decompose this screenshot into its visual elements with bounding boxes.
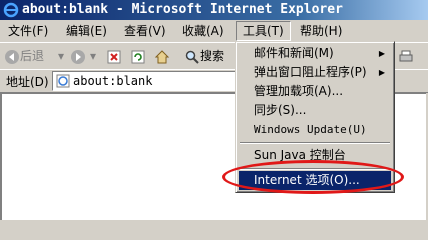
menu-item-label: 弹出窗口阻止程序(P) xyxy=(254,65,367,79)
search-label: 搜索 xyxy=(200,49,225,63)
print-button[interactable] xyxy=(398,47,414,65)
search-icon xyxy=(185,50,199,64)
forward-button[interactable] xyxy=(70,47,86,65)
menu-bar: 文件(F) 编辑(E) 查看(V) 收藏(A) 工具(T) 帮助(H) xyxy=(0,20,428,42)
menu-item-label: 邮件和新闻(M) xyxy=(254,46,334,60)
printer-icon xyxy=(399,50,413,61)
refresh-button[interactable] xyxy=(130,47,146,65)
menu-item-manage-addons[interactable]: 管理加载项(A)... xyxy=(239,82,391,101)
back-dropdown-arrow-icon[interactable]: ▾ xyxy=(58,47,64,65)
menu-edit[interactable]: 编辑(E) xyxy=(60,22,113,40)
internet-explorer-icon xyxy=(3,2,19,18)
stop-button[interactable] xyxy=(106,47,122,65)
menu-separator xyxy=(240,142,390,144)
menu-item-synchronize[interactable]: 同步(S)... xyxy=(239,101,391,120)
home-button[interactable] xyxy=(154,47,170,65)
menu-item-windows-update[interactable]: Windows Update(U) xyxy=(239,120,391,139)
stop-icon xyxy=(107,50,121,63)
home-icon xyxy=(154,49,170,63)
menu-favorites[interactable]: 收藏(A) xyxy=(176,22,230,40)
menu-file[interactable]: 文件(F) xyxy=(2,22,54,40)
menu-item-label: Windows Update(U) xyxy=(254,123,367,136)
submenu-arrow-icon: ▶ xyxy=(378,68,385,77)
back-button[interactable]: 后退 xyxy=(4,47,44,65)
menu-help[interactable]: 帮助(H) xyxy=(294,22,348,40)
annotation-highlight-circle xyxy=(222,160,404,194)
menu-tools[interactable]: 工具(T) xyxy=(236,21,291,41)
menu-item-popup-blocker[interactable]: 弹出窗口阻止程序(P) ▶ xyxy=(239,63,391,82)
back-label: 后退 xyxy=(20,49,45,63)
page-icon xyxy=(56,74,70,88)
refresh-icon xyxy=(131,50,145,63)
address-url: about:blank xyxy=(73,74,153,88)
window-title: about:blank - Microsoft Internet Explore… xyxy=(22,2,343,17)
submenu-arrow-icon: ▶ xyxy=(378,49,385,58)
address-label: 地址(D) xyxy=(6,75,49,89)
menu-item-label: 同步(S)... xyxy=(254,103,307,117)
forward-arrow-icon xyxy=(71,49,85,64)
menu-item-label: 管理加载项(A)... xyxy=(254,84,344,98)
back-arrow-icon xyxy=(5,49,19,64)
search-button[interactable]: 搜索 xyxy=(184,47,224,65)
address-input[interactable]: about:blank xyxy=(52,71,254,91)
forward-dropdown-arrow-icon[interactable]: ▾ xyxy=(90,47,96,65)
menu-item-mail-news[interactable]: 邮件和新闻(M) ▶ xyxy=(239,44,391,63)
title-bar: about:blank - Microsoft Internet Explore… xyxy=(0,0,428,20)
menu-view[interactable]: 查看(V) xyxy=(118,22,172,40)
